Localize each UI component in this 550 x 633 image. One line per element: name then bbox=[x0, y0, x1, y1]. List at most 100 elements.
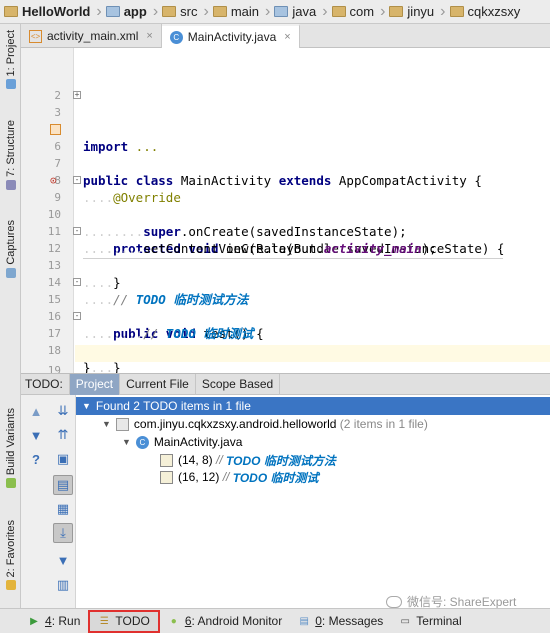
fold-collapse-icon[interactable]: - bbox=[73, 227, 81, 235]
android-icon bbox=[5, 478, 16, 489]
messages-tool-button[interactable]: ▤ 0: Messages bbox=[290, 611, 391, 632]
fold-expand-icon[interactable]: + bbox=[73, 91, 81, 99]
terminal-tool-button[interactable]: ▭ Terminal bbox=[391, 611, 469, 632]
code-line: 6 public class MainActivity extends AppC… bbox=[21, 121, 550, 188]
todo-item-row[interactable]: (14, 8) // TODO 临时测试方法 bbox=[76, 451, 550, 469]
help-icon[interactable]: ? bbox=[26, 449, 46, 469]
folder-icon bbox=[162, 6, 177, 17]
filter-icon[interactable]: ▼ bbox=[53, 550, 73, 570]
code-line: 12 - ....} bbox=[47, 226, 121, 291]
captures-icon bbox=[5, 267, 16, 278]
todo-item-icon bbox=[160, 470, 173, 484]
preview-icon[interactable]: ▥ bbox=[53, 575, 73, 595]
code-line: 15 - ....public void test() { bbox=[47, 277, 264, 342]
todo-file-row[interactable]: ▼ C MainActivity.java bbox=[76, 433, 550, 451]
expand-all-icon[interactable]: ⇊ bbox=[53, 401, 73, 421]
left-tool-strip: 1: Project 7: Structure Captures Build V… bbox=[0, 24, 21, 608]
package-icon bbox=[389, 6, 404, 17]
package-icon bbox=[449, 6, 464, 17]
star-icon bbox=[5, 580, 16, 591]
code-line: 13 bbox=[47, 259, 61, 272]
captures-tool-tab[interactable]: Captures bbox=[0, 220, 21, 278]
override-icon[interactable]: ⊙ bbox=[50, 175, 61, 186]
previous-occurrence-icon[interactable]: ▲ bbox=[26, 401, 46, 421]
tab-main-activity-java[interactable]: C MainActivity.java × bbox=[161, 24, 300, 48]
chevron-right-icon: › bbox=[322, 2, 328, 20]
project-tool-tab[interactable]: 1: Project bbox=[0, 30, 21, 90]
autoscroll-icon[interactable]: ▣ bbox=[53, 449, 73, 469]
code-line: 11 ........setContentView(R.layout.activ… bbox=[47, 225, 437, 256]
android-monitor-tool-button[interactable]: ● 6: Android Monitor bbox=[160, 611, 290, 632]
group-by-package-icon[interactable]: ▦ bbox=[53, 499, 73, 519]
bottom-tool-bar: ▶ 4: Run ☰ TODO ● 6: Android Monitor ▤ 0… bbox=[0, 608, 550, 633]
tab-scope-based[interactable]: Scope Based bbox=[194, 373, 281, 395]
code-line: 14 ....// TODO 临时测试方法 bbox=[47, 276, 249, 307]
build-variants-tool-tab[interactable]: Build Variants bbox=[0, 408, 21, 489]
structure-tool-tab[interactable]: 7: Structure bbox=[0, 120, 21, 190]
todo-package-row[interactable]: ▼ com.jinyu.cqkxzsxy.android.helloworld … bbox=[76, 415, 550, 433]
chevron-right-icon: › bbox=[152, 2, 159, 20]
source-folder-icon bbox=[274, 6, 289, 17]
code-line: 7 bbox=[54, 157, 61, 170]
collapse-all-icon[interactable]: ⇈ bbox=[53, 425, 73, 445]
breadcrumb: HelloWorld › app › src › main › java › c… bbox=[0, 0, 550, 24]
layout-link-icon[interactable] bbox=[50, 124, 61, 135]
breadcrumb-item-module[interactable]: app › bbox=[105, 0, 162, 23]
code-editor[interactable]: 2 3 + import ... 6 public class MainActi… bbox=[21, 48, 550, 373]
chevron-right-icon: › bbox=[380, 2, 386, 20]
code-line: 2 bbox=[54, 89, 61, 102]
todo-icon: ☰ bbox=[99, 615, 109, 627]
java-class-icon: C bbox=[135, 435, 149, 449]
breadcrumb-item-com[interactable]: com › bbox=[331, 0, 390, 23]
code-line: 16 ........// TODO 临时测试 bbox=[47, 310, 254, 341]
messages-icon: ▤ bbox=[299, 615, 309, 627]
code-line: 9 ⊙ - ....protected void onCreate(Bundle… bbox=[50, 174, 505, 256]
breadcrumb-item-src[interactable]: src › bbox=[162, 0, 213, 23]
todo-summary-row[interactable]: ▼ Found 2 TODO items in 1 file bbox=[76, 397, 550, 415]
fold-collapse-icon[interactable]: - bbox=[73, 312, 81, 320]
editor-tabs: <> activity_main.xml × C MainActivity.ja… bbox=[21, 24, 550, 48]
breadcrumb-item-main[interactable]: main › bbox=[212, 0, 275, 23]
flatten-packages-icon[interactable]: ⤓ bbox=[53, 523, 73, 543]
android-icon: ● bbox=[170, 615, 177, 627]
todo-panel-header: TODO: Project Current File Scope Based bbox=[21, 373, 550, 395]
folder-icon bbox=[4, 6, 18, 17]
java-class-icon: C bbox=[169, 30, 183, 44]
tab-activity-main-xml[interactable]: <> activity_main.xml × bbox=[21, 24, 162, 48]
code-line: 19 bbox=[47, 364, 61, 373]
todo-tool-button[interactable]: ☰ TODO bbox=[88, 609, 160, 633]
next-occurrence-icon[interactable]: ▼ bbox=[26, 425, 46, 445]
group-by-module-icon[interactable]: ▤ bbox=[53, 475, 73, 495]
chevron-right-icon: › bbox=[265, 2, 271, 20]
favorites-tool-tab[interactable]: 2: Favorites bbox=[0, 520, 21, 591]
expanded-arrow-icon[interactable]: ▼ bbox=[82, 401, 91, 411]
code-line: 18 } bbox=[47, 344, 91, 373]
breadcrumb-item-project[interactable]: HelloWorld › bbox=[4, 0, 106, 23]
close-icon[interactable]: × bbox=[146, 30, 152, 42]
tab-current-file[interactable]: Current File bbox=[119, 373, 195, 395]
breadcrumb-item-jinyu[interactable]: jinyu › bbox=[389, 0, 449, 23]
fold-collapse-icon[interactable]: - bbox=[73, 176, 81, 184]
close-icon[interactable]: × bbox=[284, 31, 290, 43]
code-line: 17 - ....} bbox=[47, 311, 121, 374]
code-line: 8 ....@Override bbox=[54, 174, 181, 205]
xml-file-icon: <> bbox=[29, 29, 42, 43]
expanded-arrow-icon[interactable]: ▼ bbox=[102, 419, 111, 429]
package-icon bbox=[115, 417, 129, 431]
chevron-right-icon: › bbox=[203, 2, 209, 20]
run-tool-button[interactable]: ▶ 4: Run bbox=[20, 611, 88, 632]
module-folder-icon bbox=[105, 6, 120, 17]
fold-collapse-icon[interactable]: - bbox=[73, 278, 81, 286]
tab-project[interactable]: Project bbox=[68, 373, 120, 395]
folder-icon bbox=[212, 6, 227, 17]
chevron-right-icon: › bbox=[96, 2, 102, 20]
terminal-icon: ▭ bbox=[400, 615, 410, 627]
structure-icon bbox=[5, 179, 16, 190]
breadcrumb-item-cqkxzsxy[interactable]: cqkxzsxy bbox=[449, 0, 525, 23]
code-line: 3 + import ... bbox=[54, 90, 159, 155]
wechat-icon bbox=[386, 595, 402, 608]
expanded-arrow-icon[interactable]: ▼ bbox=[122, 437, 131, 447]
project-icon bbox=[5, 79, 16, 90]
todo-item-row[interactable]: (16, 12) // TODO 临时测试 bbox=[76, 468, 550, 486]
breadcrumb-item-java[interactable]: java › bbox=[274, 0, 331, 23]
